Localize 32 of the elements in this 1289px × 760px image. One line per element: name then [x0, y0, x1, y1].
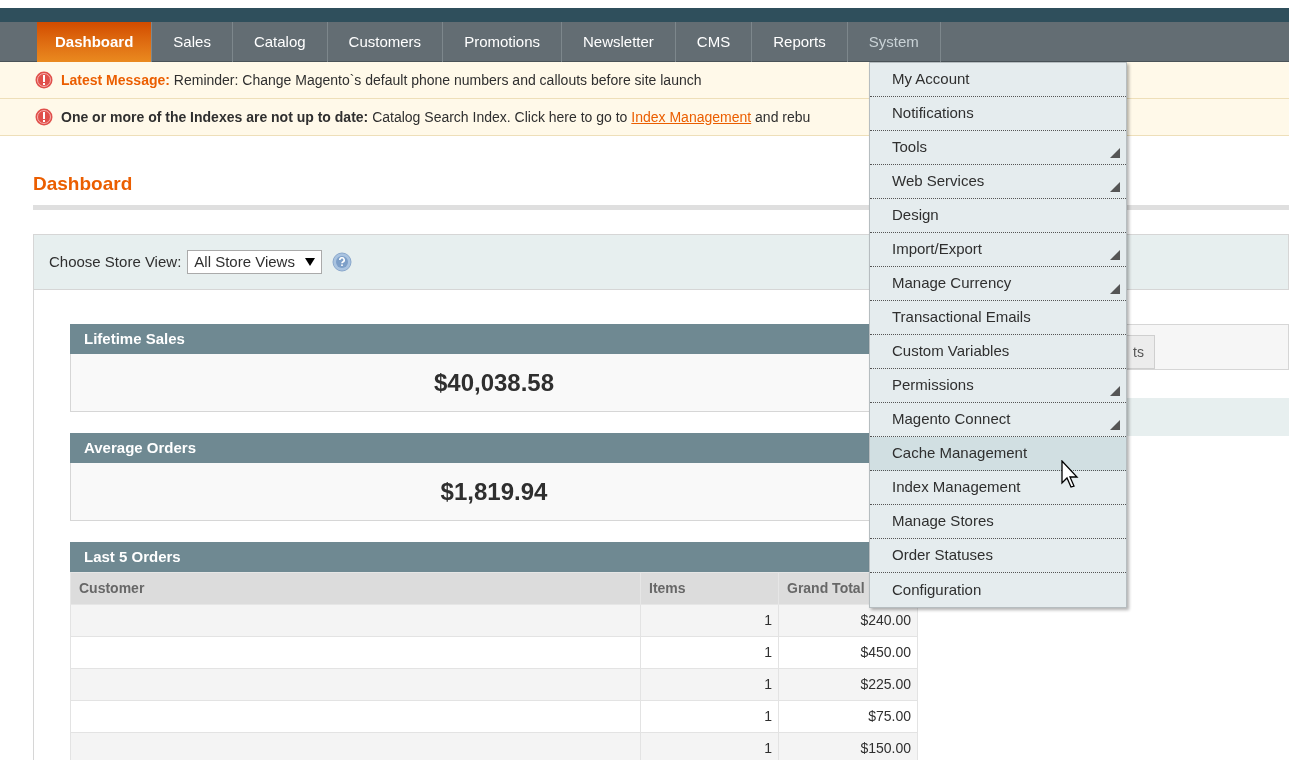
dropdown-arrow-icon: [304, 258, 315, 266]
table-cell: $450.00: [778, 636, 918, 669]
menu-item[interactable]: My Account: [870, 63, 1126, 97]
table-cell: 1: [640, 604, 779, 637]
error-icon: [35, 108, 53, 126]
column-header[interactable]: Customer: [70, 572, 641, 605]
menu-item[interactable]: Import/Export: [870, 233, 1126, 267]
menu-item[interactable]: Tools: [870, 131, 1126, 165]
menu-item[interactable]: Web Services: [870, 165, 1126, 199]
mouse-cursor-icon: [1061, 460, 1079, 488]
table-cell: $225.00: [778, 668, 918, 701]
table-cell: 1: [640, 700, 779, 733]
menu-item[interactable]: Notifications: [870, 97, 1126, 131]
store-view-dropdown[interactable]: All Store Views: [187, 250, 322, 274]
store-view-label: Choose Store View:: [49, 251, 182, 272]
column-header[interactable]: Items: [640, 572, 779, 605]
menu-item[interactable]: Custom Variables: [870, 335, 1126, 369]
table-cell: $75.00: [778, 700, 918, 733]
page-title: Dashboard: [33, 172, 133, 196]
error-icon: [35, 71, 53, 89]
help-icon[interactable]: [331, 252, 352, 272]
menu-item[interactable]: Manage Stores: [870, 505, 1126, 539]
menu-item[interactable]: Permissions: [870, 369, 1126, 403]
message-text: Latest Message: Reminder: Change Magento`s default phone numbers and callouts before site launch: [61, 70, 702, 90]
menu-item[interactable]: Transactional Emails: [870, 301, 1126, 335]
message-text: One or more of the Indexes are not up to date: Catalog Search Index. Click here to go to Index Management and rebu: [61, 107, 811, 127]
menu-item[interactable]: Manage Currency: [870, 267, 1126, 301]
menu-item[interactable]: Design: [870, 199, 1126, 233]
menu-item[interactable]: Cache Management: [870, 437, 1126, 471]
menu-item[interactable]: Order Statuses: [870, 539, 1126, 573]
table-cell: 1: [640, 636, 779, 669]
table-cell: 1: [640, 668, 779, 701]
